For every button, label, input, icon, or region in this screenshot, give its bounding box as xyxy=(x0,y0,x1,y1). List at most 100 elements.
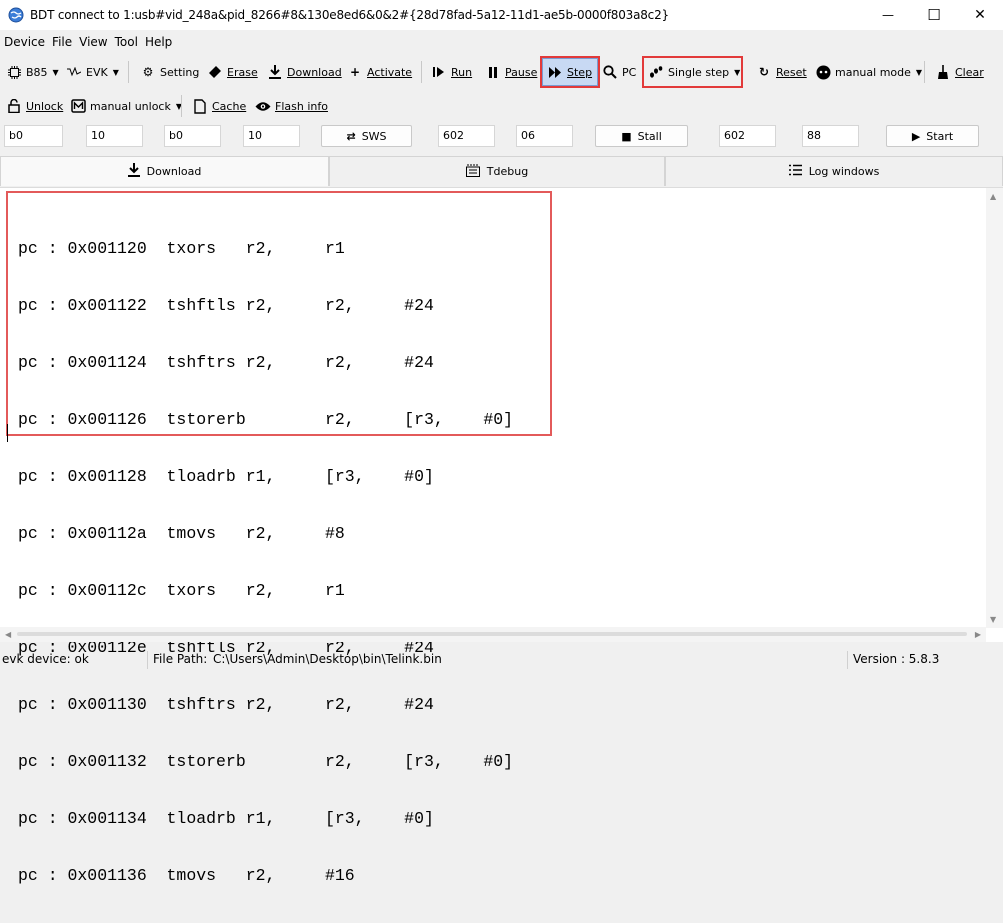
title-bar: BDT connect to 1:usb#vid_248a&pid_8266#8… xyxy=(0,0,1003,30)
menu-help[interactable]: Help xyxy=(145,35,172,49)
tab-bar: Download Tdebug Log windows xyxy=(0,156,1003,186)
pc-button[interactable]: PC xyxy=(602,58,636,86)
chevron-down-icon: ▼ xyxy=(915,67,923,77)
disassembly-highlight-box: pc : 0x001120 txors r2, r1 pc : 0x001122… xyxy=(6,191,552,885)
manual-unlock-select[interactable]: manual unlock ▼ xyxy=(70,92,182,120)
addr-field-4[interactable]: 602 xyxy=(719,125,776,147)
toolbar-separator xyxy=(421,61,422,83)
tab-tdebug[interactable]: Tdebug xyxy=(329,156,665,186)
code-line: pc : 0x001120 txors r2, r1 xyxy=(18,239,345,258)
scroll-right-icon[interactable]: ▶ xyxy=(975,630,981,639)
pause-button[interactable]: Pause xyxy=(485,58,537,86)
tab-download-label: Download xyxy=(146,165,202,178)
vertical-scrollbar[interactable]: ▲ ▼ xyxy=(986,188,1003,628)
code-line: pc : 0x001124 tshftrs r2, r2, #24 xyxy=(18,353,434,372)
chip-select[interactable]: B85 ▼ xyxy=(6,58,59,86)
step-button[interactable]: Step xyxy=(540,56,600,88)
addr-field-2[interactable]: b0 xyxy=(164,125,221,147)
sws-button[interactable]: ⇄ SWS xyxy=(321,125,412,147)
download-button[interactable]: Download xyxy=(267,58,342,86)
play-icon xyxy=(431,64,447,80)
stall-button[interactable]: ■ Stall xyxy=(595,125,688,147)
maximize-button[interactable]: ☐ xyxy=(911,0,957,30)
chip-label: B85 xyxy=(26,65,48,79)
board-label: EVK xyxy=(86,65,108,79)
mail-icon xyxy=(70,98,86,114)
minimize-button[interactable]: — xyxy=(865,0,911,30)
cache-button[interactable]: Cache xyxy=(192,92,246,120)
value-field-4[interactable]: 88 xyxy=(802,125,859,147)
status-divider xyxy=(847,651,848,669)
value-field-2[interactable]: 10 xyxy=(243,125,300,147)
manual-mode-label: manual mode xyxy=(835,65,911,79)
board-select[interactable]: EVK ▼ xyxy=(66,58,119,86)
window-title: BDT connect to 1:usb#vid_248a&pid_8266#8… xyxy=(30,8,669,22)
code-line: pc : 0x001130 tshftrs r2, r2, #24 xyxy=(18,695,434,714)
menu-device[interactable]: Device xyxy=(4,35,45,49)
addr-field-1[interactable]: b0 xyxy=(4,125,63,147)
scroll-left-icon[interactable]: ◀ xyxy=(5,630,11,639)
clear-button[interactable]: Clear xyxy=(935,58,984,86)
sws-label: SWS xyxy=(361,129,387,143)
activate-label: Activate xyxy=(367,65,413,79)
register-inputs-row: b0 10 b0 10 ⇄ SWS 602 06 ■ Stall 602 88 … xyxy=(0,125,1003,151)
refresh-icon: ↻ xyxy=(758,65,770,79)
value-field-3[interactable]: 06 xyxy=(516,125,573,147)
close-icon: ✕ xyxy=(974,7,986,23)
tab-tdebug-label: Tdebug xyxy=(486,165,529,178)
fast-forward-icon xyxy=(547,64,563,80)
scroll-up-icon[interactable]: ▲ xyxy=(990,192,996,201)
plus-icon: + xyxy=(349,65,361,79)
pc-label: PC xyxy=(622,65,637,79)
activate-button[interactable]: + Activate xyxy=(347,58,412,86)
code-line: pc : 0x001122 tshftls r2, r2, #24 xyxy=(18,296,434,315)
setting-label: Setting xyxy=(160,65,200,79)
text-cursor xyxy=(7,424,8,442)
gear-icon: ⚙ xyxy=(142,65,154,79)
tab-download[interactable]: Download xyxy=(0,156,329,186)
binary-grid-icon xyxy=(465,163,480,180)
run-button[interactable]: Run xyxy=(431,58,472,86)
scroll-thumb[interactable] xyxy=(17,632,967,636)
download-arrow-icon xyxy=(127,163,140,180)
menu-tool[interactable]: Tool xyxy=(115,35,138,49)
horizontal-scrollbar[interactable]: ◀ ▶ xyxy=(0,627,986,642)
clear-label: Clear xyxy=(955,65,984,79)
flash-info-button[interactable]: Flash info xyxy=(255,92,328,120)
start-label: Start xyxy=(926,129,954,143)
unlock-button[interactable]: Unlock xyxy=(6,92,63,120)
stall-label: Stall xyxy=(637,129,662,143)
chip-icon xyxy=(6,64,22,80)
single-step-select[interactable]: Single step ▼ xyxy=(642,56,743,88)
toolbar-separator xyxy=(128,61,129,83)
version-label: Version : 5.8.3 xyxy=(853,652,940,666)
main-toolbar: B85 ▼ EVK ▼ ⚙ Setting Erase Download + A… xyxy=(0,56,1003,88)
unlock-label: Unlock xyxy=(26,99,64,113)
search-icon xyxy=(602,64,618,80)
download-arrow-icon xyxy=(267,64,283,80)
value-field-1[interactable]: 10 xyxy=(86,125,143,147)
scroll-down-icon[interactable]: ▼ xyxy=(990,615,996,624)
code-line: pc : 0x00112c txors r2, r1 xyxy=(18,581,345,600)
code-line: pc : 0x001132 tstorerb r2, [r3, #0] xyxy=(18,752,514,771)
addr-field-3[interactable]: 602 xyxy=(438,125,495,147)
code-line: pc : 0x001136 tmovs r2, #16 xyxy=(18,866,355,885)
toolbar-separator xyxy=(181,95,182,117)
close-button[interactable]: ✕ xyxy=(957,0,1003,30)
step-label: Step xyxy=(567,65,593,79)
output-text-area[interactable]: pc : 0x001120 txors r2, r1 pc : 0x001122… xyxy=(0,187,1003,885)
manual-mode-select[interactable]: manual mode ▼ xyxy=(815,58,922,86)
tab-log-windows-label: Log windows xyxy=(808,165,880,178)
menu-view[interactable]: View xyxy=(79,35,107,49)
status-bar: evk device: ok File Path: C:\Users\Admin… xyxy=(0,651,1003,669)
erase-button[interactable]: Erase xyxy=(207,58,258,86)
broom-icon xyxy=(935,64,951,80)
code-line: pc : 0x00112a tmovs r2, #8 xyxy=(18,524,345,543)
chevron-down-icon: ▼ xyxy=(112,67,119,77)
start-button[interactable]: ▶ Start xyxy=(886,125,979,147)
reset-button[interactable]: ↻ Reset xyxy=(756,58,807,86)
tab-log-windows[interactable]: Log windows xyxy=(665,156,1003,186)
wave-icon xyxy=(66,64,82,80)
menu-file[interactable]: File xyxy=(52,35,72,49)
setting-button[interactable]: ⚙ Setting xyxy=(140,58,200,86)
